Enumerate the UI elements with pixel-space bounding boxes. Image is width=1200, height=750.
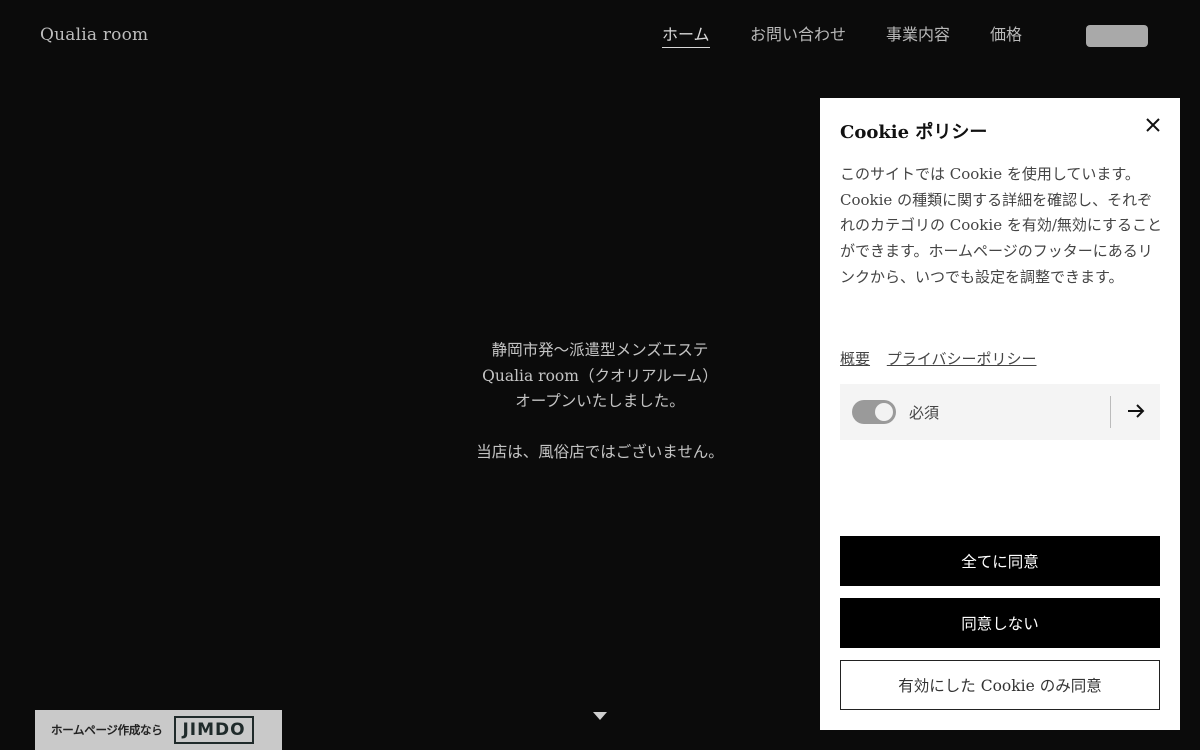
jimdo-badge[interactable]: ホームページ作成なら JIMDO <box>35 710 282 750</box>
decline-button[interactable]: 同意しない <box>840 598 1160 648</box>
arrow-right-icon <box>1128 404 1145 418</box>
accept-selected-button[interactable]: 有効にした Cookie のみ同意 <box>840 660 1160 710</box>
nav-item-contact[interactable]: お問い合わせ <box>750 25 846 45</box>
required-toggle[interactable] <box>852 400 896 424</box>
jimdo-badge-text: ホームページ作成なら <box>51 723 163 737</box>
nav-item-home[interactable]: ホーム <box>662 25 710 48</box>
hero-line: 当店は、風俗店ではございません。 <box>476 442 724 461</box>
close-icon <box>1146 118 1160 132</box>
hero-line: オープンいたしました。 <box>515 392 685 410</box>
close-button[interactable] <box>1142 114 1164 136</box>
accept-all-button[interactable]: 全てに同意 <box>840 536 1160 586</box>
scroll-down-icon[interactable] <box>593 712 607 720</box>
hero-text: 静岡市発〜派遣型メンズエステ Qualia room（クオリアルーム） オープン… <box>400 338 800 465</box>
hero-line: 静岡市発〜派遣型メンズエステ <box>491 341 709 359</box>
consent-category-label: 必須 <box>909 403 940 422</box>
overview-link[interactable]: 概要 <box>840 350 870 368</box>
cookie-links: 概要 プライバシーポリシー <box>840 348 1049 369</box>
privacy-policy-link[interactable]: プライバシーポリシー <box>887 350 1037 368</box>
hero-line: Qualia room（クオリアルーム） <box>482 366 718 385</box>
jimdo-logo: JIMDO <box>174 716 254 744</box>
nav-extra-button[interactable] <box>1086 25 1148 47</box>
expand-button[interactable] <box>1126 401 1146 421</box>
consent-category-required: 必須 <box>840 384 1160 440</box>
nav-item-price[interactable]: 価格 <box>990 25 1022 45</box>
page: Qualia room ホーム お問い合わせ 事業内容 価格 静岡市発〜派遣型メ… <box>0 0 1200 750</box>
main-nav: ホーム お問い合わせ 事業内容 価格 <box>0 25 1200 49</box>
cookie-description: このサイトでは Cookie を使用しています。Cookie の種類に関する詳細… <box>840 165 1163 286</box>
toggle-knob <box>875 403 893 421</box>
cookie-dialog: Cookie ポリシー このサイトでは Cookie を使用しています。Cook… <box>820 98 1180 730</box>
nav-item-services[interactable]: 事業内容 <box>886 25 950 45</box>
row-divider <box>1110 396 1111 428</box>
cookie-title: Cookie ポリシー <box>840 122 988 143</box>
